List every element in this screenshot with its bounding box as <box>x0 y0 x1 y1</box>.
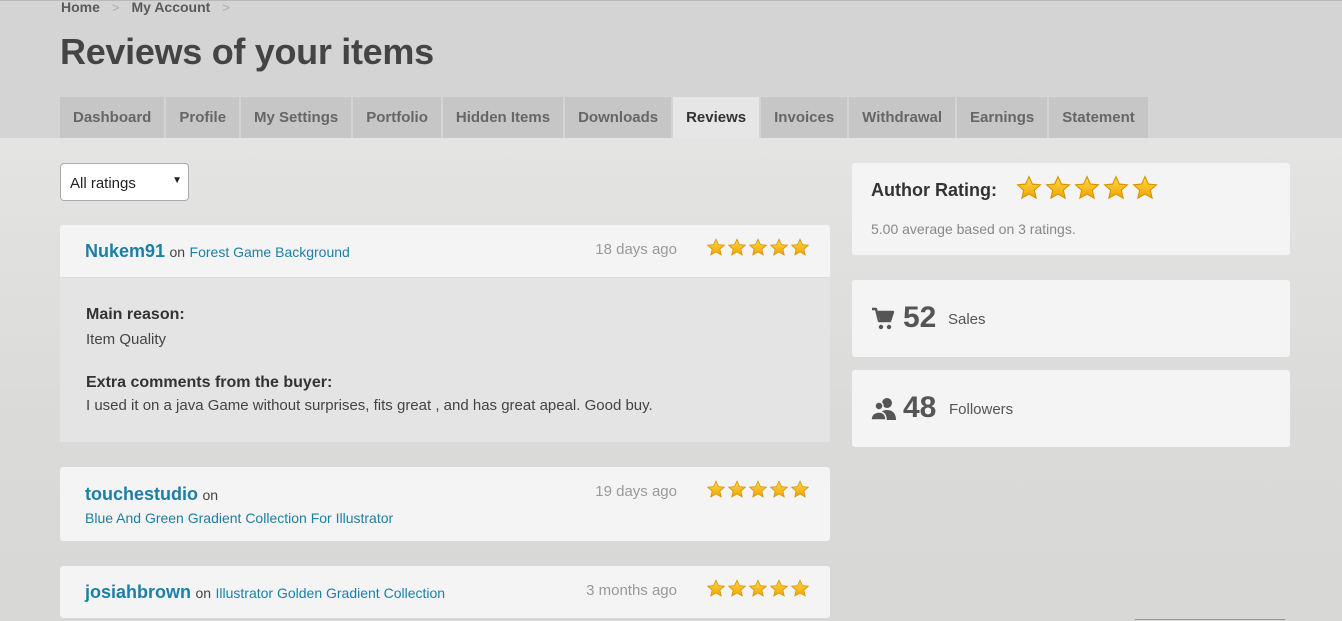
star-icon <box>769 238 789 257</box>
star-icon <box>1132 175 1158 201</box>
sales-count: 52 <box>903 301 937 334</box>
star-icon <box>790 238 810 257</box>
page-header: Home > My Account > Reviews of your item… <box>0 0 1342 139</box>
review-title-line: josiahbrown on Illustrator Golden Gradie… <box>85 582 445 603</box>
review-header: Nukem91 on Forest Game Background 18 day… <box>60 225 830 277</box>
tab-profile[interactable]: Profile <box>166 97 242 139</box>
star-icon <box>727 480 747 499</box>
chevron-right-icon: > <box>111 0 120 15</box>
tab-portfolio[interactable]: Portfolio <box>353 97 443 139</box>
followers-label: Followers <box>949 401 1014 418</box>
tab-reviews[interactable]: Reviews <box>673 97 762 139</box>
main-reason-label: Main reason: <box>86 306 185 323</box>
review-card: josiahbrown on Illustrator Golden Gradie… <box>60 566 830 618</box>
review-card: touchestudio on Blue And Green Gradient … <box>60 467 830 541</box>
star-icon <box>706 238 726 257</box>
tab-earnings[interactable]: Earnings <box>957 97 1050 139</box>
dropdown-arrow-icon: ▼ <box>172 175 182 186</box>
star-icon <box>727 238 747 257</box>
review-item-line: Blue And Green Gradient Collection For I… <box>85 510 393 528</box>
tab-invoices[interactable]: Invoices <box>761 97 850 139</box>
star-icon <box>769 579 789 598</box>
author-rating-stars <box>1016 175 1158 201</box>
star-icon <box>706 480 726 499</box>
followers-card: 48 Followers <box>852 370 1290 447</box>
review-body: Main reason: Item Quality Extra comments… <box>60 277 830 442</box>
account-tabs: Dashboard Profile My Settings Portfolio … <box>60 97 1150 139</box>
tab-downloads[interactable]: Downloads <box>565 97 674 139</box>
extra-comments-label: Extra comments from the buyer: <box>86 374 333 391</box>
tab-dashboard[interactable]: Dashboard <box>60 97 167 139</box>
cart-icon <box>872 307 895 330</box>
author-rating-note: 5.00 average based on 3 ratings. <box>871 221 1076 237</box>
chevron-right-icon: > <box>222 0 230 15</box>
rating-filter-select[interactable]: All ratings ▼ <box>60 163 189 201</box>
review-time: 3 months ago <box>586 582 677 599</box>
divider <box>1135 619 1285 620</box>
review-stars <box>706 579 810 598</box>
review-stars <box>706 480 810 499</box>
extra-comments-text: I used it on a java Game without surpris… <box>86 397 653 414</box>
tab-my-settings[interactable]: My Settings <box>241 97 354 139</box>
reviewer-name[interactable]: touchestudio <box>85 484 198 504</box>
review-time: 19 days ago <box>595 483 677 500</box>
star-icon <box>1016 175 1042 201</box>
sales-label: Sales <box>948 311 986 328</box>
breadcrumb-home[interactable]: Home <box>61 0 100 15</box>
star-icon <box>790 480 810 499</box>
star-icon <box>706 579 726 598</box>
on-text: on <box>169 244 186 260</box>
reviewer-name[interactable]: josiahbrown <box>85 582 191 602</box>
reviewer-name[interactable]: Nukem91 <box>85 241 165 261</box>
item-link[interactable]: Illustrator Golden Gradient Collection <box>216 585 446 601</box>
star-icon <box>727 579 747 598</box>
review-time: 18 days ago <box>595 241 677 258</box>
main-reason-text: Item Quality <box>86 331 167 348</box>
tab-statement[interactable]: Statement <box>1049 97 1150 139</box>
tab-hidden-items[interactable]: Hidden Items <box>442 97 566 139</box>
rating-filter-value: All ratings <box>70 175 136 192</box>
review-stars <box>706 238 810 257</box>
page-title: Reviews of your items <box>60 31 434 72</box>
star-icon <box>748 480 768 499</box>
item-link[interactable]: Forest Game Background <box>190 244 350 260</box>
breadcrumb: Home > My Account > <box>61 0 242 15</box>
star-icon <box>1074 175 1100 201</box>
item-link[interactable]: Blue And Green Gradient Collection For I… <box>85 510 393 526</box>
star-icon <box>1103 175 1129 201</box>
star-icon <box>769 480 789 499</box>
tab-withdrawal[interactable]: Withdrawal <box>849 97 958 139</box>
star-icon <box>748 238 768 257</box>
followers-icon <box>871 398 896 421</box>
breadcrumb-my-account[interactable]: My Account <box>132 0 211 15</box>
on-text: on <box>202 487 219 503</box>
star-icon <box>1045 175 1071 201</box>
sales-card: 52 Sales <box>852 280 1290 357</box>
review-card: Nukem91 on Forest Game Background 18 day… <box>60 225 830 442</box>
on-text: on <box>195 585 212 601</box>
review-title-line: touchestudio on <box>85 484 218 505</box>
review-title-line: Nukem91 on Forest Game Background <box>85 241 350 262</box>
star-icon <box>748 579 768 598</box>
followers-count: 48 <box>903 391 937 424</box>
author-rating-card: Author Rating: 5.00 average based on 3 r… <box>852 163 1290 255</box>
author-rating-label: Author Rating: <box>871 180 997 200</box>
star-icon <box>790 579 810 598</box>
